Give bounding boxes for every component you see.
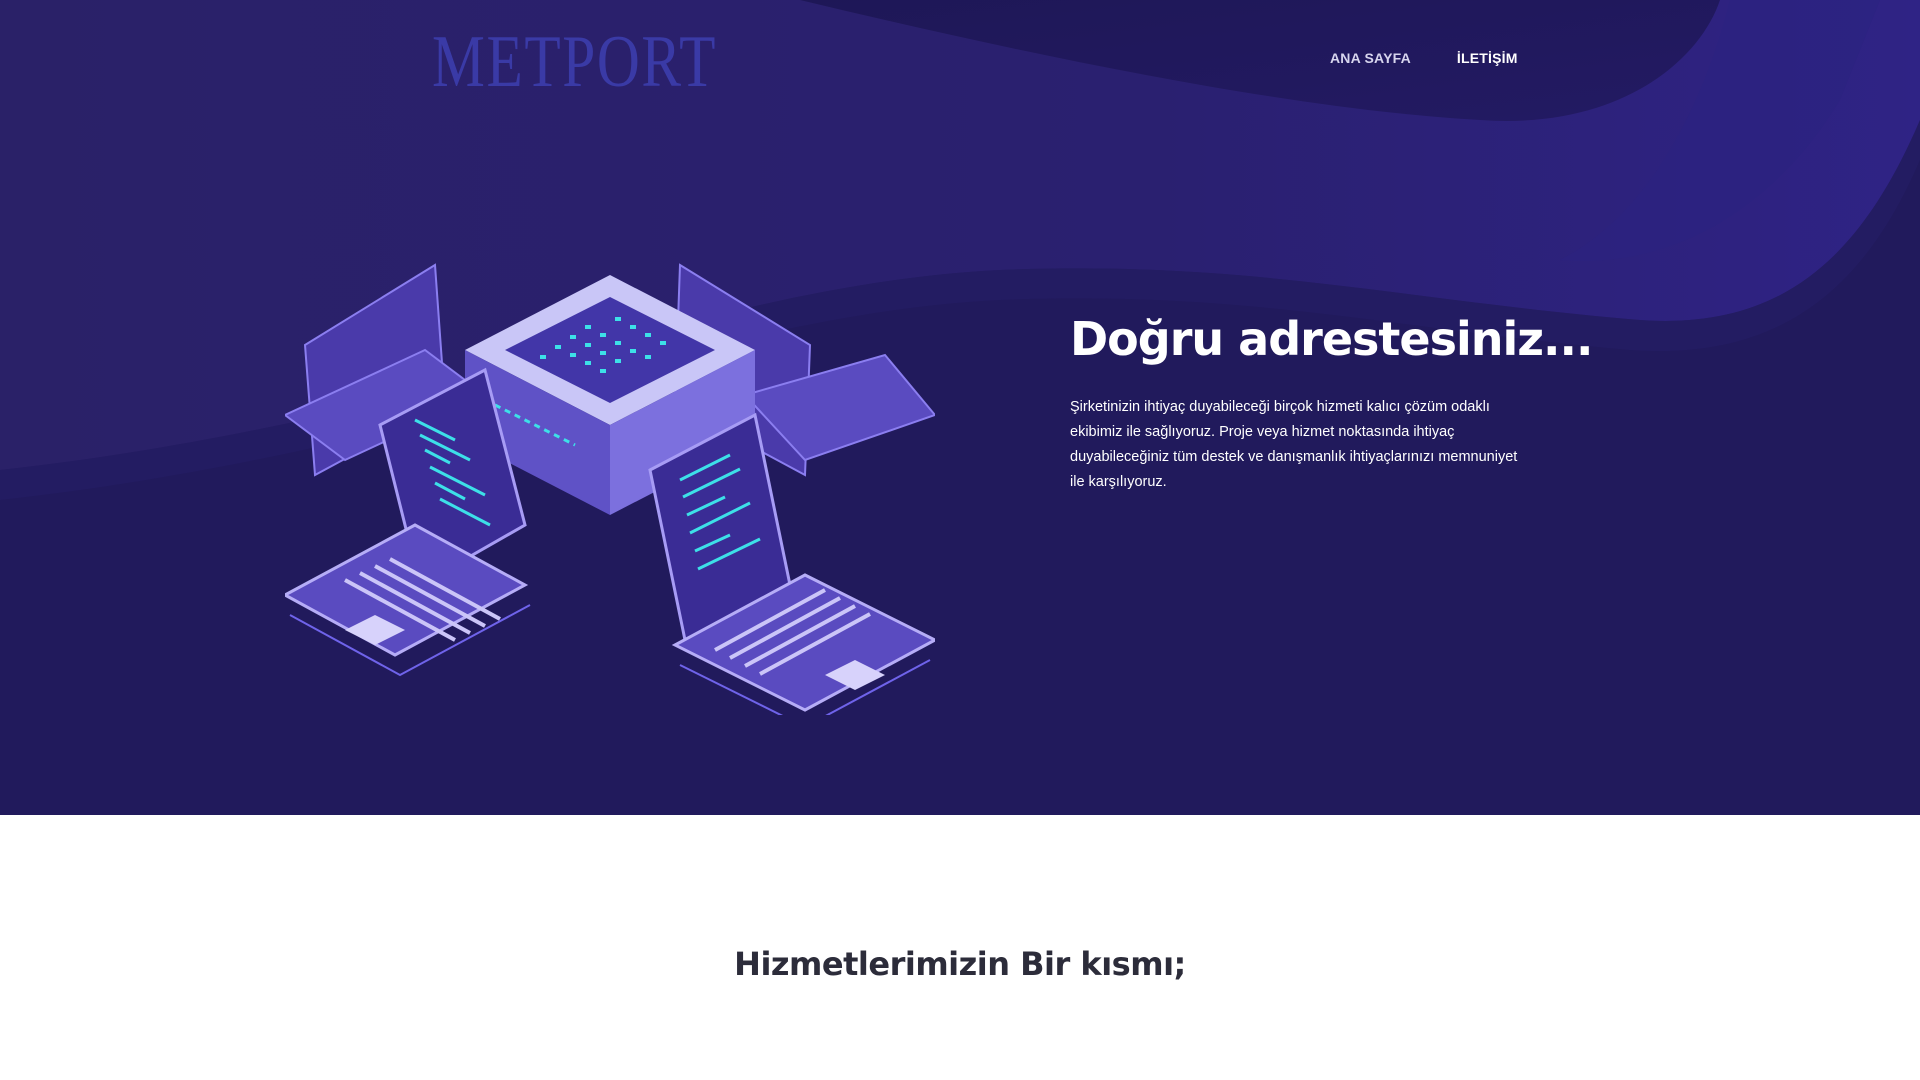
nav-home-link[interactable]: ANA SAYFA <box>1330 50 1411 66</box>
hero-section: METPORT ANA SAYFA İLETİŞİM Doğru adreste… <box>0 0 1920 815</box>
nav-contact-link[interactable]: İLETİŞİM <box>1457 50 1518 66</box>
server-laptops-isometric-icon <box>285 263 935 715</box>
hero-title: Doğru adrestesiniz... <box>1070 312 1593 366</box>
logo[interactable]: METPORT <box>432 21 722 103</box>
main-nav: ANA SAYFA İLETİŞİM <box>1330 50 1518 66</box>
hero-description: Şirketinizin ihtiyaç duyabileceği birçok… <box>1070 399 1518 490</box>
services-section-title: Hizmetlerimizin Bir kısmı; <box>734 945 1186 983</box>
logo-text: METPORT <box>432 22 717 94</box>
